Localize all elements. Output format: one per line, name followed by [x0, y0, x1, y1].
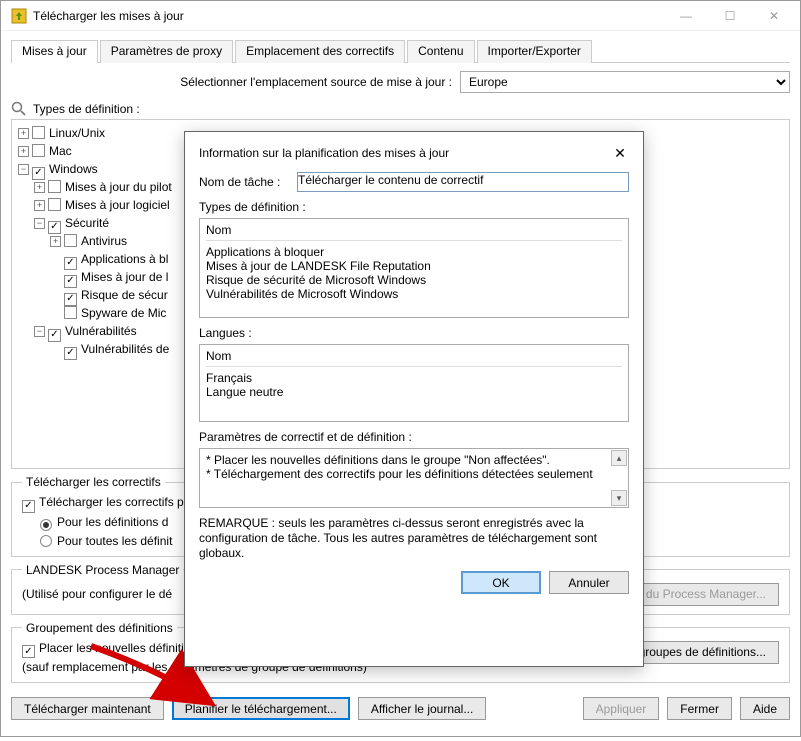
radio-detected-only[interactable]: [40, 519, 52, 531]
list-item[interactable]: Mises à jour de LANDESK File Reputation: [206, 259, 622, 273]
checkbox[interactable]: [48, 180, 61, 193]
source-row: Sélectionner l'emplacement source de mis…: [11, 71, 790, 93]
expand-icon[interactable]: +: [34, 182, 45, 193]
expand-icon[interactable]: +: [18, 146, 29, 157]
schedule-info-dialog: Information sur la planification des mis…: [184, 131, 644, 667]
collapse-icon[interactable]: −: [34, 326, 45, 337]
scroll-up-button[interactable]: ▴: [611, 450, 627, 466]
langs-header: Nom: [206, 349, 622, 367]
tree-node[interactable]: Applications à bl: [81, 252, 168, 266]
params-listbox[interactable]: * Placer les nouvelles définitions dans …: [199, 448, 629, 508]
params-label: Paramètres de correctif et de définition…: [199, 430, 629, 444]
tree-node[interactable]: Risque de sécur: [81, 288, 168, 302]
apply-button[interactable]: Appliquer: [583, 697, 660, 720]
tab-patchloc[interactable]: Emplacement des correctifs: [235, 40, 405, 63]
checkbox[interactable]: [48, 198, 61, 211]
collapse-icon[interactable]: −: [18, 164, 29, 175]
help-button[interactable]: Aide: [740, 697, 790, 720]
process-manager-legend: LANDESK Process Manager: [22, 563, 183, 577]
tree-node-mac[interactable]: Mac: [49, 144, 72, 158]
definition-grouping-legend: Groupement des définitions: [22, 621, 177, 635]
tab-content[interactable]: Contenu: [407, 40, 474, 63]
list-item[interactable]: Français: [206, 371, 622, 385]
langs-listbox[interactable]: Nom Français Langue neutre: [199, 344, 629, 422]
schedule-download-button[interactable]: Planifier le téléchargement...: [172, 697, 350, 720]
place-new-defs-checkbox[interactable]: [22, 645, 35, 658]
ok-button[interactable]: OK: [461, 571, 541, 594]
deftype-row: Types de définition :: [11, 101, 790, 117]
tree-node[interactable]: Mises à jour logiciel: [65, 198, 170, 212]
types-listbox[interactable]: Nom Applications à bloquer Mises à jour …: [199, 218, 629, 318]
maximize-button[interactable]: ☐: [708, 2, 752, 30]
dialog-note: REMARQUE : seuls les paramètres ci-dessu…: [199, 516, 629, 561]
checkbox[interactable]: [64, 293, 77, 306]
tree-node[interactable]: Vulnérabilités de: [81, 342, 169, 356]
deftype-label: Types de définition :: [33, 102, 140, 116]
tree-node-windows[interactable]: Windows: [49, 162, 98, 176]
checkbox[interactable]: [64, 347, 77, 360]
list-item[interactable]: Applications à bloquer: [206, 245, 622, 259]
checkbox[interactable]: [64, 275, 77, 288]
checkbox[interactable]: [32, 167, 45, 180]
source-select[interactable]: Europe: [460, 71, 790, 93]
search-icon: [11, 101, 27, 117]
tree-node[interactable]: Spyware de Mic: [81, 306, 166, 320]
checkbox[interactable]: [32, 126, 45, 139]
expand-icon[interactable]: +: [18, 128, 29, 139]
tab-strip: Mises à jour Paramètres de proxy Emplace…: [11, 39, 790, 63]
download-patches-checkbox[interactable]: [22, 500, 35, 513]
langs-label: Langues :: [199, 326, 629, 340]
close-main-button[interactable]: Fermer: [667, 697, 732, 720]
collapse-icon[interactable]: −: [34, 218, 45, 229]
download-patches-legend: Télécharger les correctifs: [22, 475, 165, 489]
expand-icon[interactable]: +: [50, 236, 61, 247]
tree-node-vuln[interactable]: Vulnérabilités: [65, 324, 137, 338]
main-window: Télécharger les mises à jour — ☐ ✕ Mises…: [0, 0, 801, 737]
download-now-button[interactable]: Télécharger maintenant: [11, 697, 164, 720]
window-title: Télécharger les mises à jour: [33, 9, 664, 23]
types-header: Nom: [206, 223, 622, 241]
close-button[interactable]: ✕: [752, 2, 796, 30]
checkbox[interactable]: [32, 144, 45, 157]
list-item[interactable]: Langue neutre: [206, 385, 622, 399]
task-name-field[interactable]: Télécharger le contenu de correctif: [297, 172, 629, 192]
minimize-button[interactable]: —: [664, 2, 708, 30]
checkbox[interactable]: [64, 306, 77, 319]
checkbox[interactable]: [48, 329, 61, 342]
checkbox[interactable]: [64, 234, 77, 247]
bottom-bar: Télécharger maintenant Planifier le télé…: [11, 689, 790, 720]
radio-all-defs[interactable]: [40, 535, 52, 547]
client-area: Mises à jour Paramètres de proxy Emplace…: [1, 31, 800, 736]
tree-node-linux[interactable]: Linux/Unix: [49, 126, 105, 140]
list-item: * Placer les nouvelles définitions dans …: [206, 453, 622, 467]
tab-import-export[interactable]: Importer/Exporter: [477, 40, 592, 63]
cancel-button[interactable]: Annuler: [549, 571, 629, 594]
titlebar: Télécharger les mises à jour — ☐ ✕: [1, 1, 800, 31]
list-item: * Téléchargement des correctifs pour les…: [206, 467, 622, 481]
checkbox[interactable]: [64, 257, 77, 270]
show-log-button[interactable]: Afficher le journal...: [358, 697, 487, 720]
task-name-label: Nom de tâche :: [199, 175, 297, 189]
tab-proxy[interactable]: Paramètres de proxy: [100, 40, 233, 63]
types-label: Types de définition :: [199, 200, 629, 214]
expand-icon[interactable]: +: [34, 200, 45, 211]
scroll-down-button[interactable]: ▾: [611, 490, 627, 506]
list-item[interactable]: Risque de sécurité de Microsoft Windows: [206, 273, 622, 287]
checkbox[interactable]: [48, 221, 61, 234]
tree-node[interactable]: Mises à jour du pilot: [65, 180, 172, 194]
tree-node[interactable]: Antivirus: [81, 234, 127, 248]
source-label: Sélectionner l'emplacement source de mis…: [180, 75, 452, 89]
tree-node[interactable]: Mises à jour de l: [81, 270, 168, 284]
app-icon: [11, 8, 27, 24]
list-item[interactable]: Vulnérabilités de Microsoft Windows: [206, 287, 622, 301]
tree-node-security[interactable]: Sécurité: [65, 216, 109, 230]
dialog-close-button[interactable]: ✕: [611, 144, 629, 162]
dialog-title: Information sur la planification des mis…: [199, 146, 611, 160]
tab-updates[interactable]: Mises à jour: [11, 40, 98, 63]
